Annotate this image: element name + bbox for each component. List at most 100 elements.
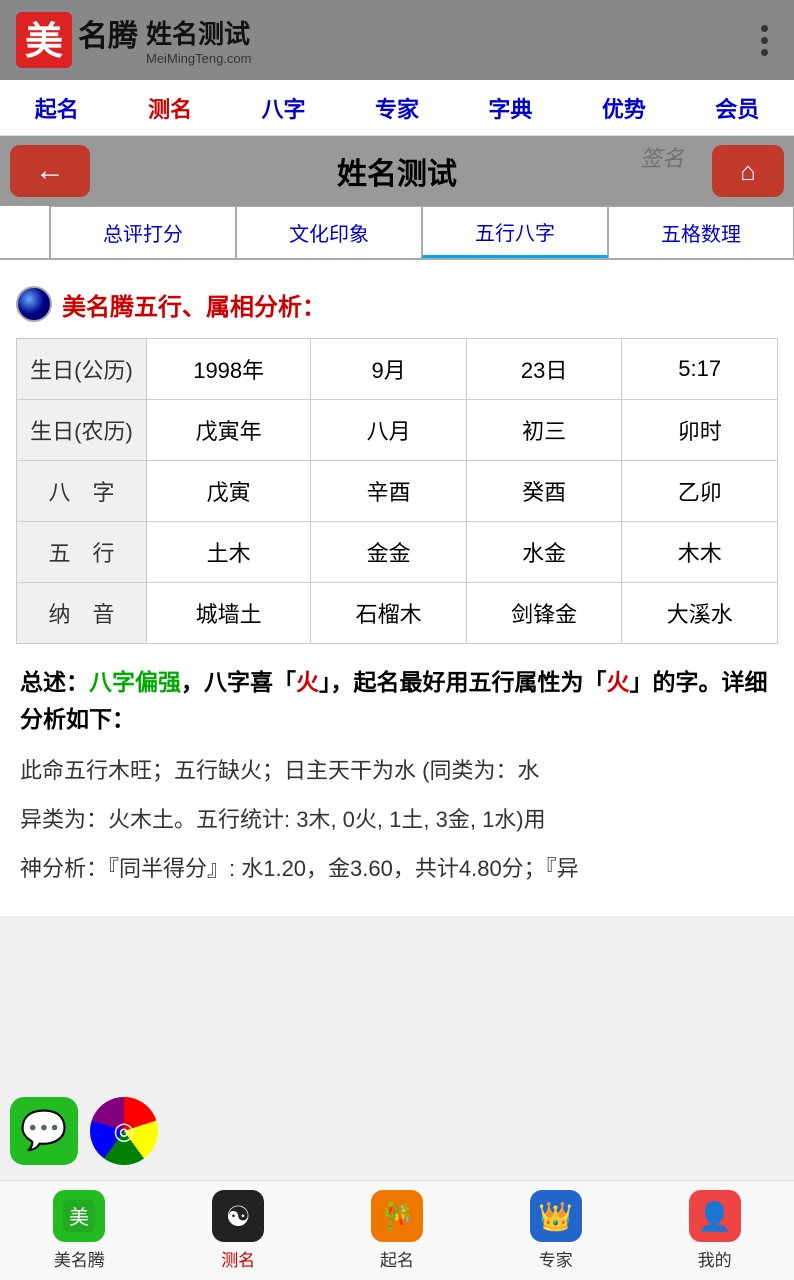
main-content: 美名腾五行、属相分析： 生日(公历) 1998年 9月 23日 5:17 生日(…	[0, 260, 794, 916]
cell-lunar-day: 初三	[466, 400, 622, 461]
home-button[interactable]: ⌂	[712, 145, 784, 197]
bottom-nav-qiming[interactable]: 🎋 起名	[371, 1190, 423, 1271]
nav-item-bazi[interactable]: 八字	[254, 88, 314, 128]
cell-year: 1998年	[147, 339, 311, 400]
summary-section: 总述：八字偏强，八字喜「火」，起名最好用五行属性为「火」的字。详细分析如下： 此…	[16, 664, 778, 888]
svg-text:名腾: 名腾	[78, 20, 139, 53]
summary-highlight3: 火	[607, 669, 630, 695]
tab-wenhuayinxiang[interactable]: 文化印象	[236, 206, 422, 258]
bottom-nav-wode[interactable]: 👤 我的	[689, 1190, 741, 1271]
title-bar: ← 姓名测试 签名 ⌂	[0, 136, 794, 206]
cell-nayin-1: 城墙土	[147, 583, 311, 644]
section-title: 美名腾五行、属相分析：	[62, 287, 326, 322]
bottom-nav-icon-ceming: ☯	[212, 1190, 264, 1242]
tab-wugeshuli[interactable]: 五格数理	[608, 206, 794, 258]
summary-highlight2: 火	[296, 669, 319, 695]
cell-nayin-3: 剑锋金	[466, 583, 622, 644]
signature-decoration: 签名	[640, 141, 684, 173]
top-header: 美 名腾 姓名测试 MeiMingTeng.com	[0, 0, 794, 80]
wode-icon: 👤	[697, 1200, 732, 1233]
body-text-3: 神分析：『同半得分』: 水1.20，金3.60，共计4.80分；『异	[20, 850, 774, 887]
cell-lunar-year: 戊寅年	[147, 400, 311, 461]
row-label-lunar: 生日(农历)	[17, 400, 147, 461]
bottom-nav-icon-wode: 👤	[689, 1190, 741, 1242]
bottom-nav-label-meimingteng: 美名腾	[54, 1246, 105, 1271]
cell-bazi-2: 辛酉	[311, 461, 467, 522]
wechat-icon: 💬	[20, 1109, 67, 1153]
bottom-nav: 美 美名腾 ☯ 测名 🎋 起名 👑 专家 👤 我的	[0, 1180, 794, 1280]
nav-bar: 起名 测名 八字 专家 字典 优势 会员	[0, 80, 794, 136]
body-text-2: 异类为：火木土。五行统计: 3木, 0火, 1土, 3金, 1水)用	[20, 801, 774, 838]
table-row: 生日(农历) 戊寅年 八月 初三 卯时	[17, 400, 778, 461]
cell-nayin-4: 大溪水	[622, 583, 778, 644]
cell-lunar-month: 八月	[311, 400, 467, 461]
nav-item-zhuanjia[interactable]: 专家	[367, 88, 427, 128]
body-text-1: 此命五行木旺；五行缺火；日主天干为水 (同类为：水	[20, 752, 774, 789]
back-button[interactable]: ←	[10, 145, 90, 197]
bottom-nav-ceming[interactable]: ☯ 测名	[212, 1190, 264, 1271]
tab-zonepingdafen[interactable]: 总评打分	[50, 206, 236, 258]
bottom-nav-zhuanjia[interactable]: 👑 专家	[530, 1190, 582, 1271]
bottom-nav-meimingteng[interactable]: 美 美名腾	[53, 1190, 105, 1271]
bazi-table: 生日(公历) 1998年 9月 23日 5:17 生日(农历) 戊寅年 八月 初…	[16, 338, 778, 644]
wechat-float-icon[interactable]: 💬	[10, 1097, 78, 1165]
cell-bazi-4: 乙卯	[622, 461, 778, 522]
cell-bazi-1: 戊寅	[147, 461, 311, 522]
menu-dot-1	[761, 25, 768, 32]
camera-float-icon[interactable]: ◎	[90, 1097, 158, 1165]
home-icon: ⌂	[740, 156, 756, 187]
bottom-nav-icon-meimingteng: 美	[53, 1190, 105, 1242]
logo-area: 美 名腾 姓名测试 MeiMingTeng.com	[16, 10, 252, 70]
bottom-nav-label-zhuanjia: 专家	[539, 1246, 573, 1271]
cell-wuxing-3: 水金	[466, 522, 622, 583]
summary-title: 总述：八字偏强，八字喜「火」，起名最好用五行属性为「火」的字。详细分析如下：	[20, 664, 774, 738]
row-label-wuxing: 五 行	[17, 522, 147, 583]
tab-wuxingbazi[interactable]: 五行八字	[422, 206, 608, 258]
nav-item-zidian[interactable]: 字典	[480, 88, 540, 128]
cell-wuxing-4: 木木	[622, 522, 778, 583]
table-row: 生日(公历) 1998年 9月 23日 5:17	[17, 339, 778, 400]
cell-month: 9月	[311, 339, 467, 400]
bottom-nav-label-qiming: 起名	[380, 1246, 414, 1271]
cell-lunar-time: 卯时	[622, 400, 778, 461]
qiming-icon: 🎋	[380, 1200, 415, 1233]
nav-item-ceming[interactable]: 测名	[140, 88, 200, 128]
section-header: 美名腾五行、属相分析：	[16, 286, 778, 322]
menu-dot-2	[761, 37, 768, 44]
logo-svg: 美 名腾	[16, 10, 146, 70]
summary-mid1: ，八字喜「	[181, 669, 296, 695]
bottom-nav-icon-zhuanjia: 👑	[530, 1190, 582, 1242]
table-row: 八 字 戊寅 辛酉 癸酉 乙卯	[17, 461, 778, 522]
row-label-solar: 生日(公历)	[17, 339, 147, 400]
summary-highlight1: 八字偏强	[89, 669, 181, 695]
tab-row: 总评打分 文化印象 五行八字 五格数理	[0, 206, 794, 260]
logo-text-block: 姓名测试 MeiMingTeng.com	[146, 14, 252, 66]
cell-day: 23日	[466, 339, 622, 400]
zhuanjia-icon: 👑	[538, 1200, 573, 1233]
summary-prefix: 总述：	[20, 669, 89, 695]
summary-mid2: 」，起名最好用五行属性为「	[319, 669, 607, 695]
row-label-bazi: 八 字	[17, 461, 147, 522]
menu-dot-3	[761, 49, 768, 56]
table-row: 五 行 土木 金金 水金 木木	[17, 522, 778, 583]
logo-subtitle: MeiMingTeng.com	[146, 51, 252, 66]
bottom-nav-label-wode: 我的	[698, 1246, 732, 1271]
ceming-icon: ☯	[226, 1200, 251, 1233]
page-title: 姓名测试	[337, 149, 457, 193]
tab-spacer	[0, 206, 50, 258]
cell-wuxing-1: 土木	[147, 522, 311, 583]
nav-item-youshi[interactable]: 优势	[594, 88, 654, 128]
nav-item-huiyuan[interactable]: 会员	[707, 88, 767, 128]
back-arrow-icon: ←	[35, 154, 65, 188]
row-label-nayin: 纳 音	[17, 583, 147, 644]
bottom-nav-label-ceming: 测名	[221, 1246, 255, 1271]
section-icon	[16, 286, 52, 322]
logo-title: 姓名测试	[146, 19, 250, 49]
cell-time: 5:17	[622, 339, 778, 400]
menu-button[interactable]	[761, 25, 778, 56]
camera-icon: ◎	[114, 1117, 135, 1146]
svg-text:美: 美	[25, 21, 63, 63]
nav-item-qiming[interactable]: 起名	[27, 88, 87, 128]
meimingteng-icon: 美	[61, 1198, 97, 1234]
cell-bazi-3: 癸酉	[466, 461, 622, 522]
